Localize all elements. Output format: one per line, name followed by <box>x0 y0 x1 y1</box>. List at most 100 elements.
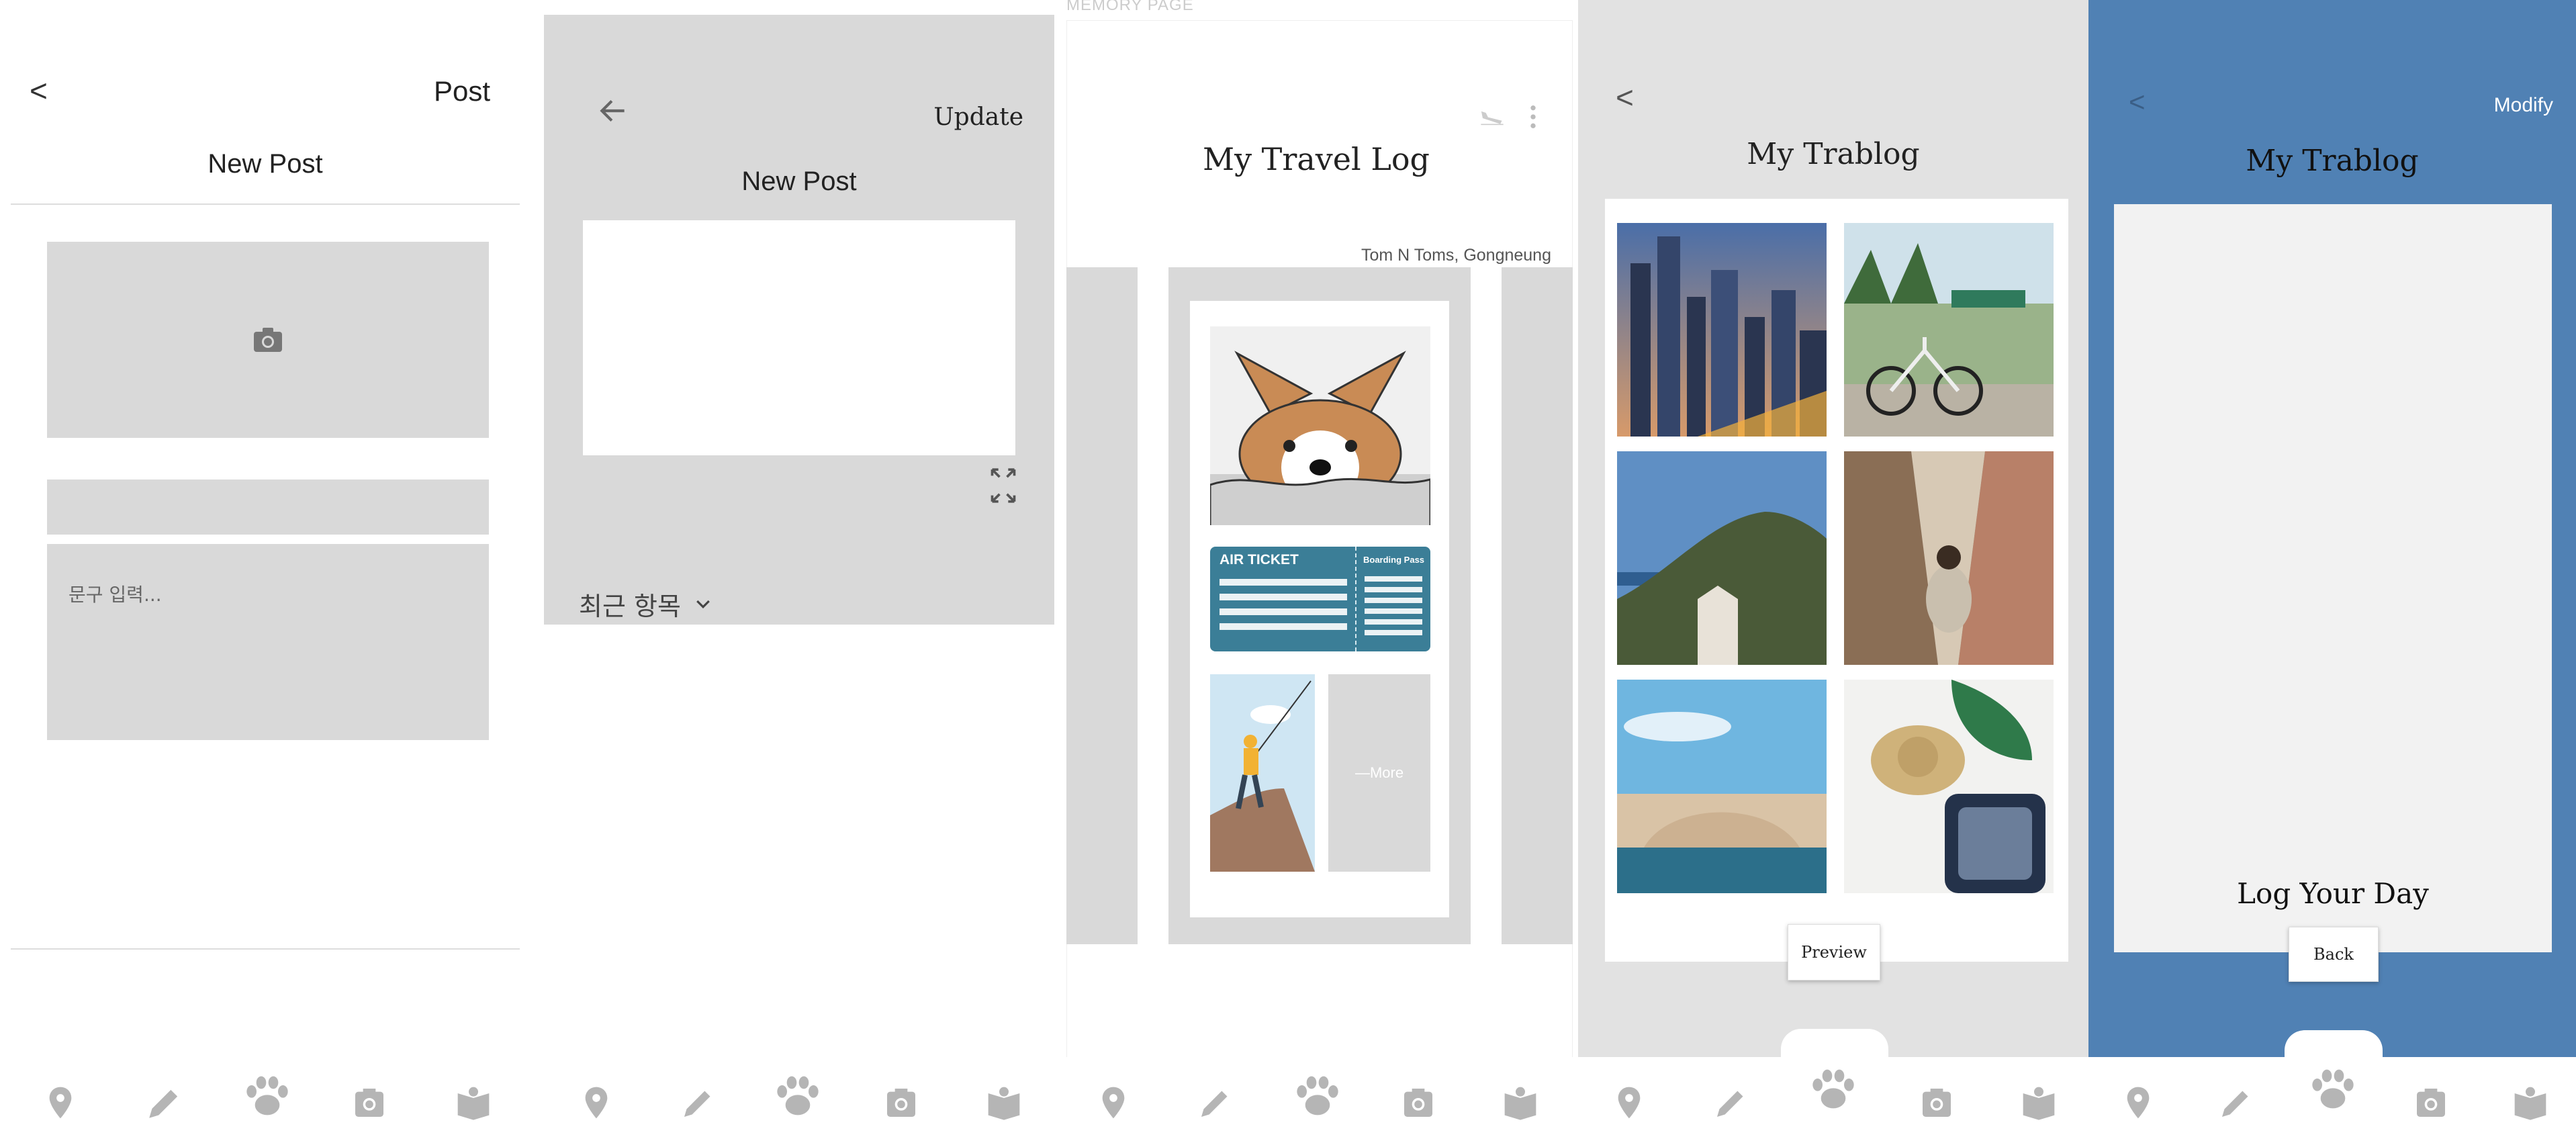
preview-button[interactable]: Preview <box>1788 924 1880 980</box>
nav-book[interactable] <box>2503 1076 2557 1130</box>
pencil-icon <box>684 1091 710 1117</box>
camera-icon <box>1923 1089 1951 1117</box>
back-button[interactable]: < <box>30 73 48 109</box>
nav-location[interactable] <box>569 1076 623 1130</box>
location-pin-icon <box>2127 1087 2150 1119</box>
nav-book[interactable] <box>447 1076 500 1130</box>
nav-location[interactable] <box>2111 1076 2165 1130</box>
book-icon <box>457 1087 490 1120</box>
paw-icon <box>1812 1069 1854 1109</box>
nav-camera[interactable] <box>342 1076 396 1130</box>
more-tile[interactable]: —More <box>1328 674 1430 872</box>
bottom-nav <box>531 1057 1054 1141</box>
nav-camera[interactable] <box>2404 1076 2458 1130</box>
carousel-left-peek[interactable] <box>1066 267 1138 944</box>
photo-mountain-sea[interactable] <box>1617 451 1827 665</box>
card-page: AIR TICKET Boarding Pass —More <box>1190 301 1449 917</box>
new-post-screen: < Post New Post 문구 입력... <box>0 0 531 1141</box>
update-post-screen: Update New Post 최근 항목 <box>531 0 1054 1141</box>
nav-location[interactable] <box>1602 1076 1656 1130</box>
ticket-stub-lines <box>1365 576 1422 638</box>
carousel-right-peek[interactable] <box>1502 267 1573 944</box>
nav-home[interactable] <box>771 1069 825 1123</box>
corgi-illustration <box>1210 326 1430 525</box>
nav-home[interactable] <box>1806 1062 1860 1116</box>
nav-write[interactable] <box>138 1076 191 1130</box>
nav-book[interactable] <box>1493 1076 1547 1130</box>
location-pin-icon <box>585 1087 608 1119</box>
carousel-card[interactable]: AIR TICKET Boarding Pass —More <box>1168 267 1471 944</box>
nav-camera[interactable] <box>1391 1076 1445 1130</box>
bottom-nav <box>1578 1057 2088 1141</box>
more-label: —More <box>1354 764 1404 781</box>
paw-icon <box>246 1076 288 1115</box>
ticket-divider <box>1355 547 1358 651</box>
pencil-icon <box>1201 1091 1228 1117</box>
paw-icon <box>777 1076 819 1115</box>
back-button[interactable]: < <box>1616 79 1634 116</box>
camera-icon <box>1404 1089 1432 1117</box>
post-button[interactable]: Post <box>434 75 490 107</box>
update-button[interactable]: Update <box>933 103 1023 131</box>
nav-camera[interactable] <box>1910 1076 1964 1130</box>
nav-home[interactable] <box>1291 1069 1344 1123</box>
photo-alley-traveler[interactable] <box>1844 451 2054 665</box>
back-arrow-button[interactable] <box>596 94 630 128</box>
preview-label: Preview <box>1801 943 1867 962</box>
flight-button[interactable] <box>1477 102 1507 129</box>
nav-write[interactable] <box>672 1076 725 1130</box>
book-icon <box>988 1087 1020 1120</box>
back-action-button[interactable]: Back <box>2289 927 2379 982</box>
nav-write[interactable] <box>1704 1076 1758 1130</box>
nav-home[interactable] <box>2306 1062 2360 1116</box>
back-action-label: Back <box>2313 945 2354 964</box>
pencil-icon <box>2222 1091 2248 1117</box>
camera-icon <box>254 328 282 352</box>
location-pin-icon <box>1618 1087 1641 1119</box>
kebab-menu-icon <box>1530 105 1536 128</box>
recent-items-dropdown[interactable]: 최근 항목 <box>579 586 713 623</box>
ticket-lines <box>1220 579 1347 638</box>
pencil-icon <box>1717 1091 1743 1117</box>
camera-icon <box>2417 1089 2445 1117</box>
modify-button[interactable]: Modify <box>2494 94 2553 117</box>
camera-icon <box>355 1089 383 1117</box>
page-title: My Travel Log <box>1202 141 1430 177</box>
photo-venice-bridge[interactable] <box>1617 680 1827 893</box>
camera-icon <box>887 1089 915 1117</box>
paw-icon <box>1297 1076 1338 1115</box>
nav-book[interactable] <box>977 1076 1031 1130</box>
nav-write[interactable] <box>2209 1076 2263 1130</box>
nav-home[interactable] <box>240 1069 294 1123</box>
nav-location[interactable] <box>1087 1076 1140 1130</box>
climber-illustration <box>1210 674 1315 872</box>
photo-upload-box[interactable] <box>47 242 489 438</box>
more-options-button[interactable] <box>1528 103 1538 130</box>
recent-label: 최근 항목 <box>579 592 681 621</box>
expand-button[interactable] <box>988 465 1018 506</box>
photo-city-skyline[interactable] <box>1617 223 1827 437</box>
back-button[interactable]: < <box>2129 86 2146 118</box>
page-title: New Post <box>741 167 857 196</box>
author-label: Tom N Toms, Gongneung <box>1361 246 1551 265</box>
location-pin-icon <box>49 1087 72 1119</box>
photo-suitcase-hat[interactable] <box>1844 680 2054 893</box>
page-title: My Trablog <box>2246 144 2419 178</box>
ticket-right-label: Boarding Pass <box>1363 555 1425 565</box>
location-field[interactable] <box>47 480 489 535</box>
bottom-divider <box>11 948 520 950</box>
caption-placeholder: 문구 입력... <box>68 584 162 606</box>
trablog-log-screen: < Modify My Trablog Log Your Day Back <box>2088 0 2576 1141</box>
bottom-nav <box>0 1057 531 1141</box>
arrow-left-icon <box>600 99 625 122</box>
caption-textarea[interactable]: 문구 입력... <box>47 544 489 740</box>
nav-write[interactable] <box>1189 1076 1242 1130</box>
chevron-down-icon <box>696 600 710 608</box>
log-panel: Log Your Day <box>2114 204 2552 952</box>
nav-camera[interactable] <box>874 1076 928 1130</box>
log-your-day-label: Log Your Day <box>2237 877 2429 910</box>
nav-location[interactable] <box>34 1076 87 1130</box>
book-icon <box>1504 1087 1536 1120</box>
nav-book[interactable] <box>2012 1076 2066 1130</box>
photo-bicycle-street[interactable] <box>1844 223 2054 437</box>
